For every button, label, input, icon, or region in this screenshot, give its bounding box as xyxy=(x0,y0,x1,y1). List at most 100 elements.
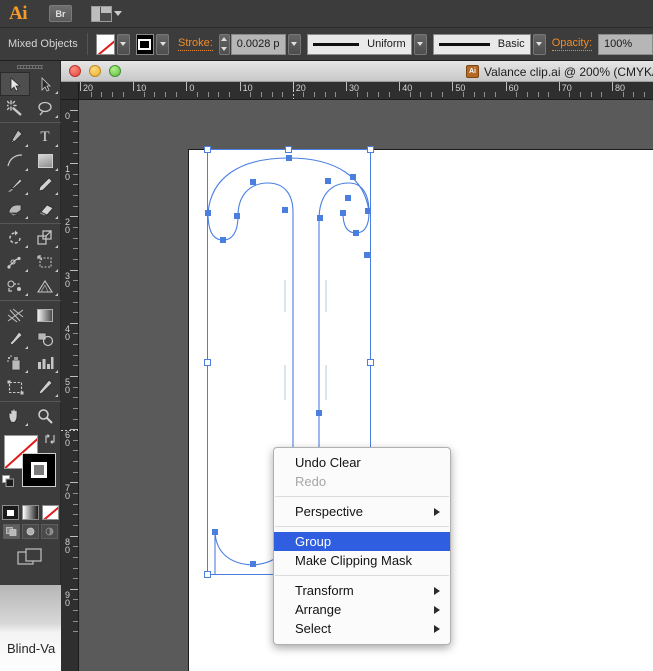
stroke-weight-stepper[interactable] xyxy=(219,34,230,55)
tool-pencil[interactable] xyxy=(30,173,60,197)
fill-swatch[interactable] xyxy=(96,34,114,55)
zoom-window-icon[interactable] xyxy=(109,65,121,77)
horizontal-ruler[interactable]: 201001020304050607080 xyxy=(79,82,653,100)
ruler-tick-minor xyxy=(73,121,78,122)
tool-scale[interactable] xyxy=(30,226,60,250)
tool-hand[interactable] xyxy=(0,404,30,428)
tool-selection[interactable] xyxy=(0,72,30,96)
variable-width-profile-select[interactable]: Uniform xyxy=(307,34,412,55)
tool-shape-builder[interactable] xyxy=(0,274,30,298)
stroke-weight-label[interactable]: Stroke: xyxy=(178,37,213,51)
submenu-arrow-icon xyxy=(434,625,440,633)
ruler-tick-minor xyxy=(548,92,549,97)
ruler-guide-marker xyxy=(61,430,79,431)
menu-item-label: Perspective xyxy=(295,504,363,519)
stroke-color-swatch[interactable] xyxy=(22,453,56,487)
control-divider-1 xyxy=(87,33,88,55)
ruler-tick-minor xyxy=(516,92,517,97)
ruler-tick-minor xyxy=(73,525,78,526)
brush-dropdown-button[interactable] xyxy=(533,34,546,55)
stroke-weight-input[interactable]: 0.0028 p xyxy=(231,34,286,55)
default-fill-stroke-icon[interactable] xyxy=(2,475,14,487)
ruler-tick-minor xyxy=(73,461,78,462)
tool-line-segment[interactable] xyxy=(0,149,30,173)
ruler-tick-minor xyxy=(123,92,124,97)
screen-mode-button[interactable] xyxy=(0,548,60,568)
tool-blob-brush[interactable] xyxy=(0,197,30,221)
menu-item-group[interactable]: Group xyxy=(274,532,450,551)
ruler-label: 0 xyxy=(189,83,194,93)
stroke-profile-preview-icon xyxy=(313,43,359,46)
fill-dropdown-button[interactable] xyxy=(117,34,130,55)
stepper-up-icon xyxy=(221,37,227,41)
ruler-tick-major xyxy=(399,82,400,91)
brush-value: Basic xyxy=(498,38,525,50)
tool-magic-wand[interactable] xyxy=(0,96,30,120)
tool-eyedropper[interactable] xyxy=(0,327,30,351)
menu-item-arrange[interactable]: Arrange xyxy=(274,600,450,619)
ruler-tick-minor xyxy=(484,92,485,97)
ruler-tick-minor xyxy=(474,92,475,97)
color-button[interactable] xyxy=(2,505,19,520)
ruler-tick-major xyxy=(452,82,453,91)
menu-item-transform[interactable]: Transform xyxy=(274,581,450,600)
tool-artboard[interactable] xyxy=(0,375,30,399)
tool-width[interactable] xyxy=(0,250,30,274)
ruler-tick-minor xyxy=(73,514,78,515)
tool-zoom[interactable] xyxy=(30,404,60,428)
tool-lasso[interactable] xyxy=(30,96,60,120)
menu-item-perspective[interactable]: Perspective xyxy=(274,502,450,521)
opacity-input[interactable]: 100% xyxy=(598,34,653,55)
tool-mesh[interactable] xyxy=(0,303,30,327)
close-icon[interactable] xyxy=(69,65,81,77)
draw-normal-button[interactable] xyxy=(3,524,20,539)
tool-paintbrush[interactable] xyxy=(0,173,30,197)
tool-flyout-indicator-icon xyxy=(25,269,28,272)
minimize-icon[interactable] xyxy=(89,65,101,77)
tool-rectangle[interactable] xyxy=(30,149,60,173)
ruler-origin-corner[interactable] xyxy=(61,82,79,100)
tool-flyout-indicator-icon xyxy=(25,168,28,171)
stroke-dropdown-button[interactable] xyxy=(156,34,169,55)
tool-flyout-indicator-icon xyxy=(25,370,28,373)
gradient-button[interactable] xyxy=(22,505,39,520)
swap-fill-stroke-icon[interactable] xyxy=(44,433,56,445)
vertical-ruler[interactable]: 0102030405060708090 xyxy=(61,100,79,671)
draw-inside-button[interactable] xyxy=(41,524,58,539)
tool-direct-selection[interactable] xyxy=(30,72,60,96)
menu-item-undo-clear[interactable]: Undo Clear xyxy=(274,453,450,472)
arrange-documents-button[interactable] xyxy=(91,6,122,22)
context-menu[interactable]: Undo ClearRedoPerspectiveGroupMake Clipp… xyxy=(273,447,451,645)
none-button[interactable] xyxy=(42,505,59,520)
tool-type[interactable]: T xyxy=(30,125,60,149)
menu-item-label: Undo Clear xyxy=(295,455,361,470)
stroke-swatch[interactable] xyxy=(136,34,154,55)
tool-gradient[interactable] xyxy=(30,303,60,327)
tool-slice[interactable] xyxy=(30,375,60,399)
ruler-tick-minor xyxy=(73,599,78,600)
tool-column-graph[interactable] xyxy=(30,351,60,375)
tool-free-transform[interactable] xyxy=(30,250,60,274)
chevron-down-icon xyxy=(114,11,122,16)
ruler-tick-minor xyxy=(272,92,273,97)
menu-item-make-clipping-mask[interactable]: Make Clipping Mask xyxy=(274,551,450,570)
opacity-label[interactable]: Opacity: xyxy=(552,37,592,51)
tool-separator-1 xyxy=(0,122,61,123)
menu-item-select[interactable]: Select xyxy=(274,619,450,638)
ruler-label: 90 xyxy=(63,591,72,607)
ruler-tick-minor xyxy=(73,450,78,451)
tool-blend[interactable] xyxy=(30,327,60,351)
tool-eraser[interactable] xyxy=(30,197,60,221)
tool-rotate[interactable] xyxy=(0,226,30,250)
profile-dropdown-button[interactable] xyxy=(414,34,427,55)
ruler-label: 50 xyxy=(63,378,72,394)
stroke-weight-dropdown-button[interactable] xyxy=(288,34,301,55)
tool-symbol-sprayer[interactable] xyxy=(0,351,30,375)
tools-panel-grip[interactable] xyxy=(0,61,60,72)
tool-pen[interactable] xyxy=(0,125,30,149)
ruler-tick-major xyxy=(70,163,79,164)
tool-perspective-grid[interactable] xyxy=(30,274,60,298)
brush-definition-select[interactable]: Basic xyxy=(433,34,531,55)
draw-behind-button[interactable] xyxy=(22,524,39,539)
bridge-icon[interactable]: Br xyxy=(49,5,72,22)
